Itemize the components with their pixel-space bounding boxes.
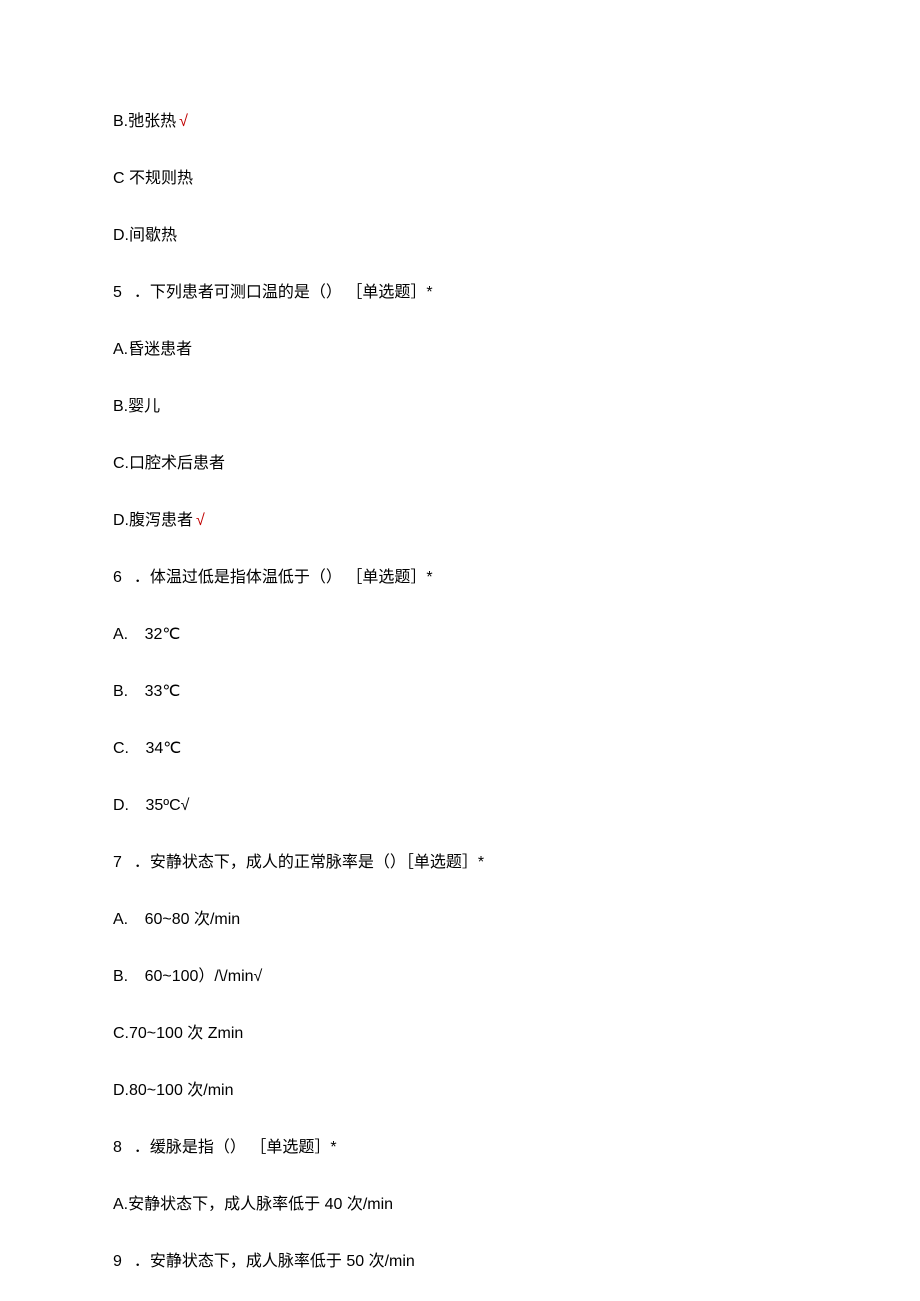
option-label: B.	[113, 398, 128, 415]
q7-option-a: A. 60~80 次/min	[113, 908, 807, 932]
option-label: A.	[113, 911, 128, 928]
question-5: 5 ．下列患者可测口温的是（） ［单选题］*	[113, 281, 807, 305]
q6-option-d: D. 35ºC√	[113, 794, 807, 818]
option-text: 不规则热	[129, 170, 193, 187]
question-text: ．体温过低是指体温低于（） ［单选题］*	[134, 569, 433, 586]
option-label: D.	[113, 797, 129, 814]
q5-option-c: C.口腔术后患者	[113, 452, 807, 476]
option-text: 腹泻患者	[129, 512, 193, 529]
option-label: B.	[113, 683, 128, 700]
option-label: D.	[113, 227, 129, 244]
option-label: B.	[113, 968, 128, 985]
option-c-prev: C 不规则热	[113, 167, 807, 191]
question-7: 7 ．安静状态下，成人的正常脉率是（）［单选题］*	[113, 851, 807, 875]
q6-option-a: A. 32℃	[113, 623, 807, 647]
q5-option-a: A.昏迷患者	[113, 338, 807, 362]
option-text: 32℃	[145, 626, 181, 643]
question-number: 9	[113, 1253, 122, 1270]
q7-option-d: D.80~100 次/min	[113, 1079, 807, 1103]
option-label: B.	[113, 113, 128, 130]
option-label: C.	[113, 455, 129, 472]
option-text: 昏迷患者	[128, 341, 192, 358]
option-label: D.	[113, 1082, 129, 1099]
option-label: A.	[113, 626, 128, 643]
question-number: 6	[113, 569, 122, 586]
option-text: 间歇热	[129, 227, 177, 244]
question-text: ．安静状态下，成人的正常脉率是（）［单选题］*	[134, 854, 484, 871]
option-text: 60~100）/\/min√	[145, 968, 263, 985]
option-text: 80~100 次/min	[129, 1082, 234, 1099]
question-8: 8 ．缓脉是指（） ［单选题］*	[113, 1136, 807, 1160]
option-label: C.	[113, 1025, 129, 1042]
question-text: ．安静状态下，成人脉率低于 50 次/min	[134, 1253, 415, 1270]
question-number: 7	[113, 854, 122, 871]
question-number: 5	[113, 284, 122, 301]
q8-option-a: A.安静状态下，成人脉率低于 40 次/min	[113, 1193, 807, 1217]
option-text: 35ºC√	[145, 797, 189, 814]
option-text: 60~80 次/min	[145, 911, 241, 928]
option-text: 70~100 次 Zmin	[129, 1025, 243, 1042]
option-label: C	[113, 170, 125, 187]
option-text: 安静状态下，成人脉率低于 40 次/min	[128, 1196, 393, 1213]
check-mark-icon: √	[179, 113, 188, 130]
q5-option-d: D.腹泻患者√	[113, 509, 807, 533]
question-text: ．缓脉是指（） ［单选题］*	[134, 1139, 337, 1156]
option-b-prev: B.弛张热√	[113, 110, 807, 134]
question-9: 9 ．安静状态下，成人脉率低于 50 次/min	[113, 1250, 807, 1274]
q7-option-c: C.70~100 次 Zmin	[113, 1022, 807, 1046]
option-label: C.	[113, 740, 129, 757]
option-text: 34℃	[145, 740, 181, 757]
check-mark-icon: √	[196, 512, 205, 529]
q6-option-b: B. 33℃	[113, 680, 807, 704]
question-6: 6 ．体温过低是指体温低于（） ［单选题］*	[113, 566, 807, 590]
question-text: ．下列患者可测口温的是（） ［单选题］*	[134, 284, 433, 301]
question-number: 8	[113, 1139, 122, 1156]
option-label: A.	[113, 1196, 128, 1213]
option-text: 婴儿	[128, 398, 160, 415]
option-label: D.	[113, 512, 129, 529]
q6-option-c: C. 34℃	[113, 737, 807, 761]
option-label: A.	[113, 341, 128, 358]
option-text: 弛张热	[128, 113, 176, 130]
option-text: 33℃	[145, 683, 181, 700]
option-text: 口腔术后患者	[129, 455, 225, 472]
q5-option-b: B.婴儿	[113, 395, 807, 419]
q7-option-b: B. 60~100）/\/min√	[113, 965, 807, 989]
option-d-prev: D.间歇热	[113, 224, 807, 248]
